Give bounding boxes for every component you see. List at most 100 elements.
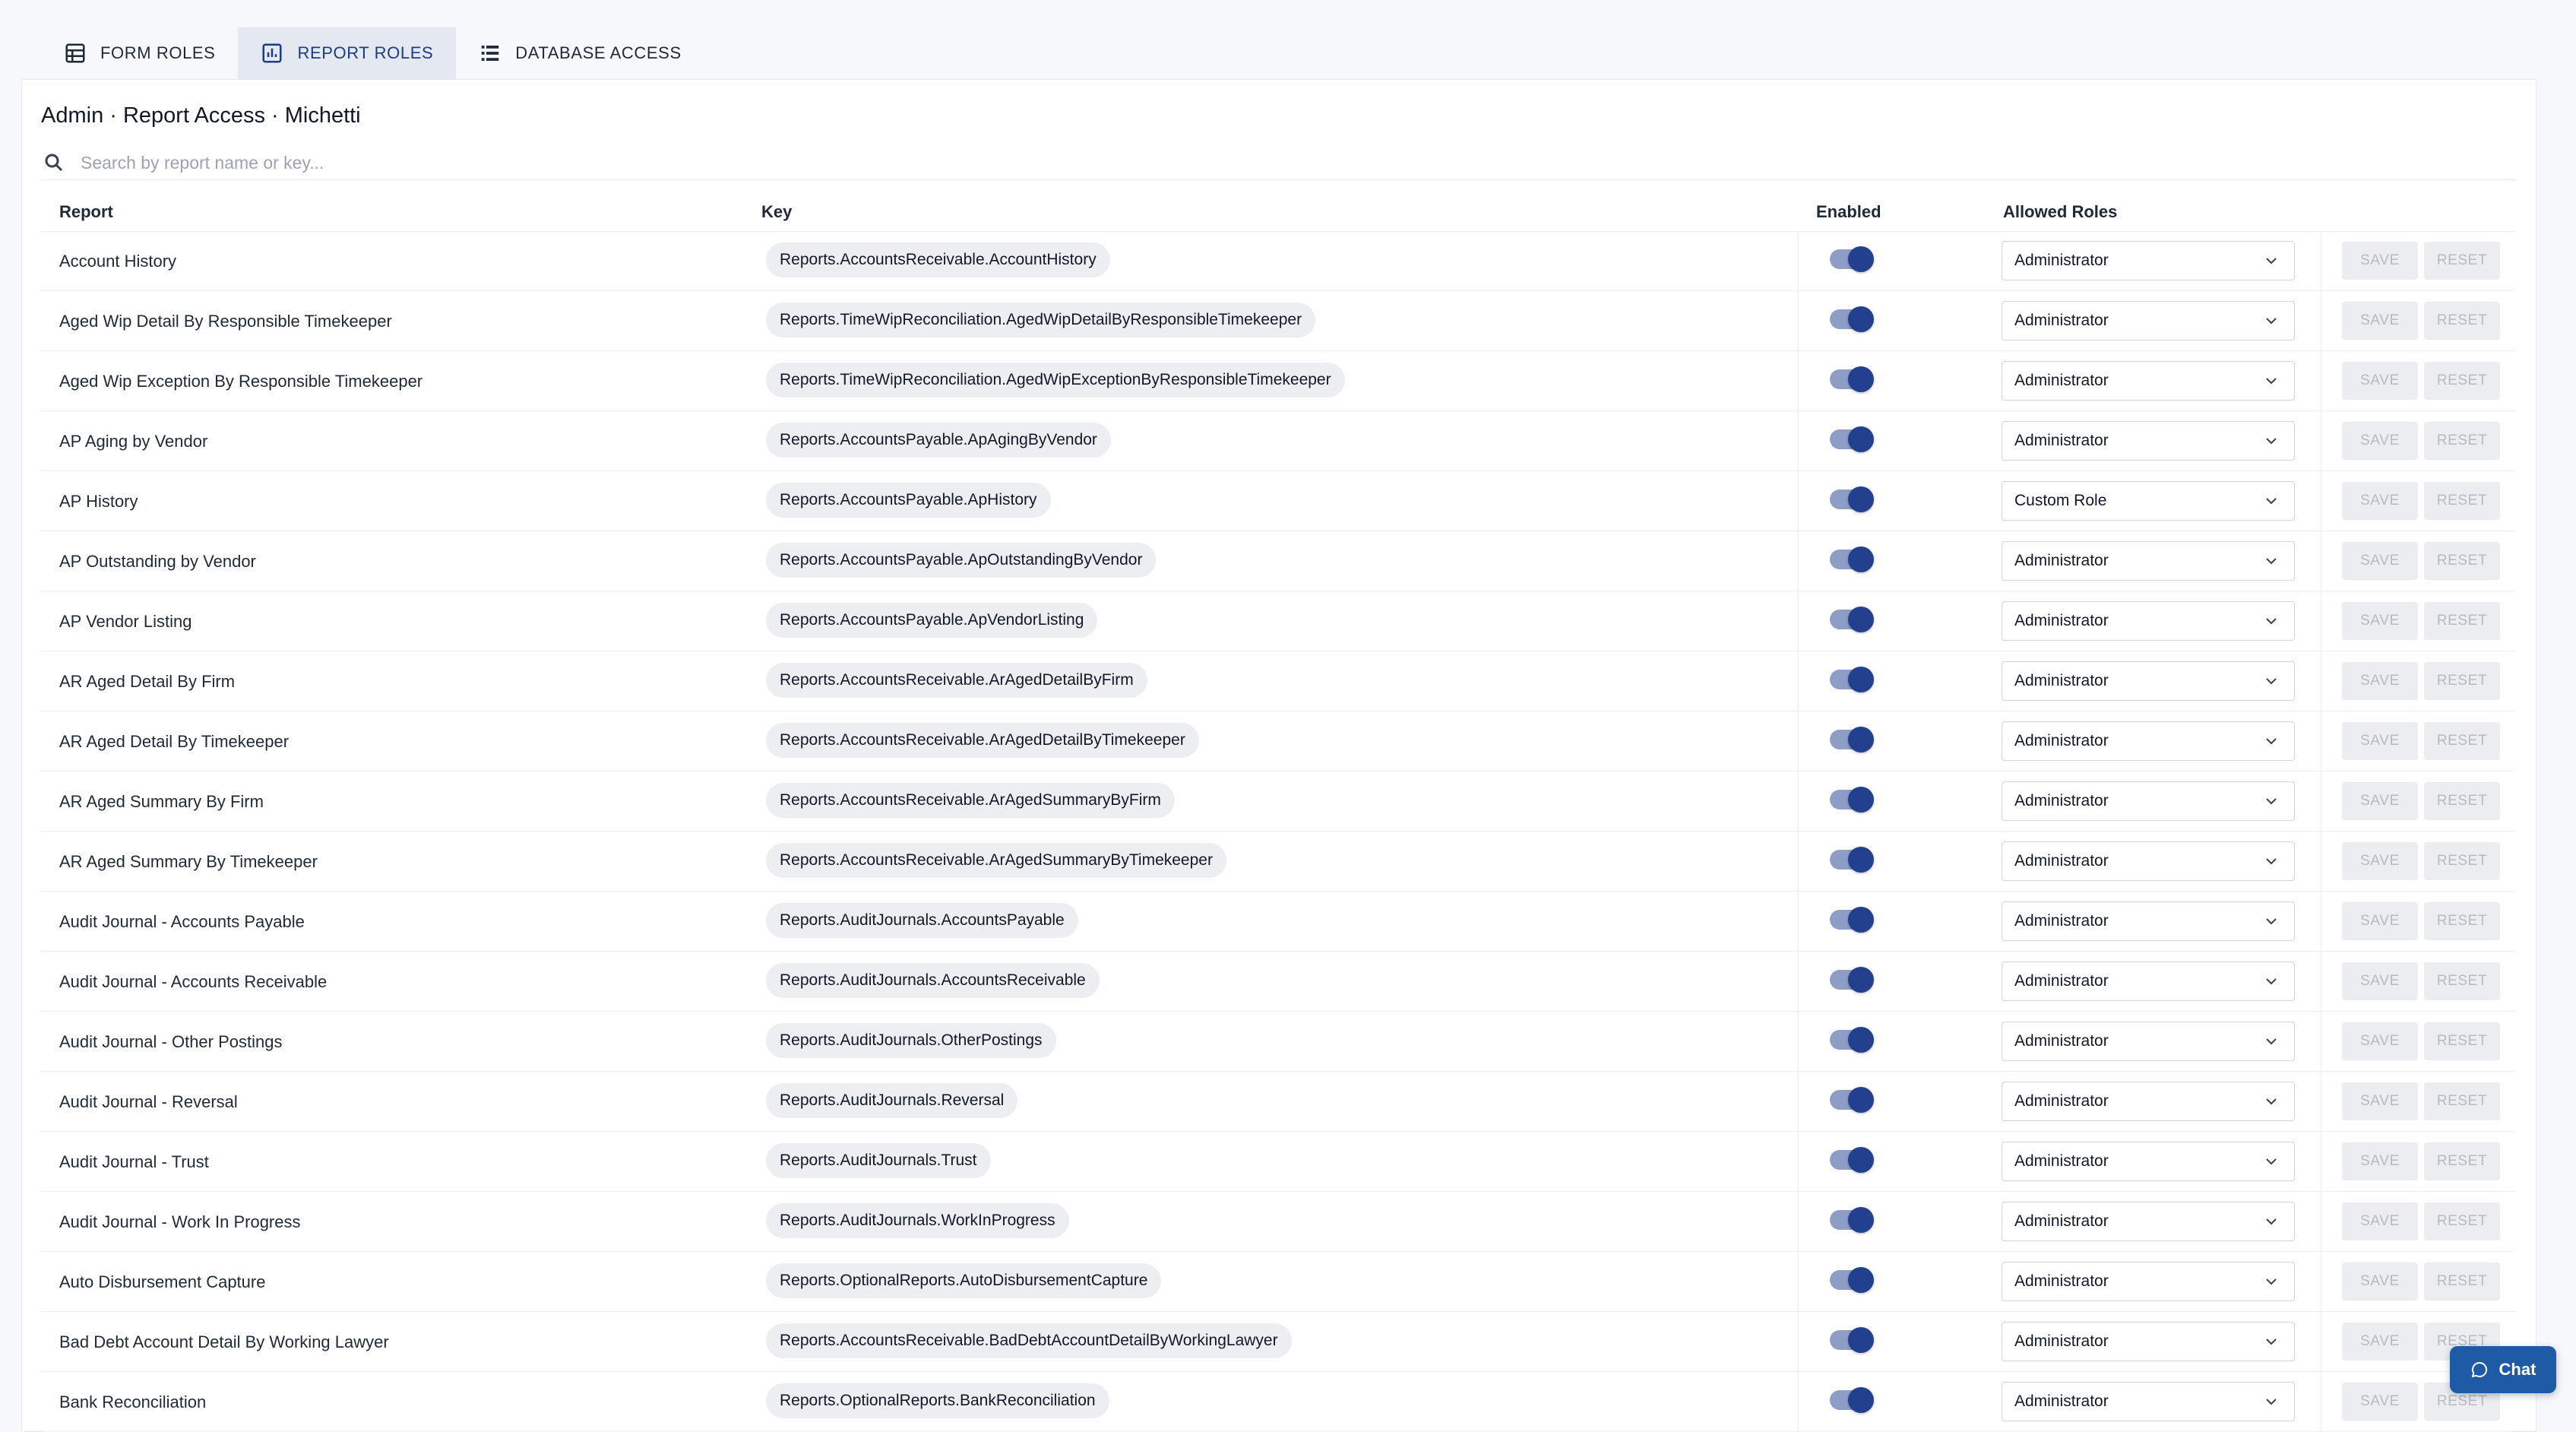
save-button[interactable]: SAVE xyxy=(2342,962,2418,1000)
tab-report-roles[interactable]: REPORT ROLES xyxy=(238,27,457,79)
toggle-knob xyxy=(1848,306,1874,332)
enabled-toggle[interactable] xyxy=(1830,727,1874,752)
allowed-roles-select[interactable]: Custom Role xyxy=(2002,481,2295,521)
enabled-toggle[interactable] xyxy=(1830,1267,1874,1293)
chevron-down-icon xyxy=(2266,1038,2277,1045)
save-button[interactable]: SAVE xyxy=(2342,1323,2418,1361)
allowed-roles-select[interactable]: Administrator xyxy=(2002,901,2295,941)
column-divider xyxy=(1798,892,1799,951)
reset-button[interactable]: RESET xyxy=(2424,1142,2500,1180)
allowed-roles-select[interactable]: Administrator xyxy=(2002,361,2295,401)
enabled-toggle[interactable] xyxy=(1830,967,1874,993)
enabled-toggle[interactable] xyxy=(1830,547,1874,572)
reset-button[interactable]: RESET xyxy=(2424,422,2500,460)
reset-button[interactable]: RESET xyxy=(2424,962,2500,1000)
toggle-knob xyxy=(1848,1087,1874,1113)
enabled-toggle[interactable] xyxy=(1830,787,1874,813)
chat-button[interactable]: Chat xyxy=(2450,1346,2556,1393)
allowed-roles-select[interactable]: Administrator xyxy=(2002,541,2295,581)
allowed-roles-select[interactable]: Administrator xyxy=(2002,721,2295,761)
allowed-roles-select[interactable]: Administrator xyxy=(2002,962,2295,1001)
allowed-roles-select[interactable]: Administrator xyxy=(2002,1382,2295,1421)
allowed-roles-select[interactable]: Administrator xyxy=(2002,1322,2295,1361)
save-button[interactable]: SAVE xyxy=(2342,662,2418,700)
save-button[interactable]: SAVE xyxy=(2342,722,2418,760)
allowed-roles-select[interactable]: Administrator xyxy=(2002,1262,2295,1301)
allowed-roles-select[interactable]: Administrator xyxy=(2002,841,2295,881)
reset-button[interactable]: RESET xyxy=(2424,662,2500,700)
search-input[interactable] xyxy=(79,151,994,174)
enabled-toggle[interactable] xyxy=(1830,1387,1874,1413)
enabled-toggle[interactable] xyxy=(1830,366,1874,392)
search-icon xyxy=(45,154,63,172)
selected-role: Administrator xyxy=(2014,672,2109,689)
report-key-chip: Reports.AccountsReceivable.ArAgedSummary… xyxy=(766,843,1226,878)
toggle-knob xyxy=(1848,486,1874,512)
save-button[interactable]: SAVE xyxy=(2342,242,2418,280)
allowed-roles-select[interactable]: Administrator xyxy=(2002,781,2295,821)
enabled-toggle[interactable] xyxy=(1830,1027,1874,1053)
reset-button[interactable]: RESET xyxy=(2424,1082,2500,1120)
enabled-toggle[interactable] xyxy=(1830,907,1874,933)
selected-role: Administrator xyxy=(2014,1272,2109,1290)
selected-role: Administrator xyxy=(2014,1152,2109,1170)
report-name: Audit Journal - Accounts Receivable xyxy=(59,972,328,991)
save-button[interactable]: SAVE xyxy=(2342,1263,2418,1301)
column-divider xyxy=(1798,351,1799,410)
save-button[interactable]: SAVE xyxy=(2342,782,2418,820)
allowed-roles-select[interactable]: Administrator xyxy=(2002,1202,2295,1241)
tab-database-access[interactable]: DATABASE ACCESS xyxy=(456,27,704,79)
allowed-roles-select[interactable]: Administrator xyxy=(2002,421,2295,461)
save-button[interactable]: SAVE xyxy=(2342,1202,2418,1240)
save-button[interactable]: SAVE xyxy=(2342,602,2418,640)
reset-button[interactable]: RESET xyxy=(2424,1022,2500,1060)
enabled-toggle[interactable] xyxy=(1830,1147,1874,1173)
allowed-roles-select[interactable]: Administrator xyxy=(2002,1082,2295,1121)
reset-button[interactable]: RESET xyxy=(2424,302,2500,340)
reset-button[interactable]: RESET xyxy=(2424,542,2500,580)
enabled-toggle[interactable] xyxy=(1830,246,1874,272)
allowed-roles-select[interactable]: Administrator xyxy=(2002,601,2295,641)
reset-button[interactable]: RESET xyxy=(2424,902,2500,940)
save-button[interactable]: SAVE xyxy=(2342,842,2418,880)
allowed-roles-select[interactable]: Administrator xyxy=(2002,661,2295,701)
enabled-toggle[interactable] xyxy=(1830,306,1874,332)
allowed-roles-select[interactable]: Administrator xyxy=(2002,1022,2295,1061)
allowed-roles-select[interactable]: Administrator xyxy=(2002,241,2295,280)
save-button[interactable]: SAVE xyxy=(2342,482,2418,520)
save-button[interactable]: SAVE xyxy=(2342,422,2418,460)
reset-button[interactable]: RESET xyxy=(2424,722,2500,760)
enabled-toggle[interactable] xyxy=(1830,607,1874,632)
allowed-roles-select[interactable]: Administrator xyxy=(2002,301,2295,341)
save-button[interactable]: SAVE xyxy=(2342,1022,2418,1060)
save-button[interactable]: SAVE xyxy=(2342,362,2418,400)
enabled-toggle[interactable] xyxy=(1830,1207,1874,1233)
enabled-toggle[interactable] xyxy=(1830,847,1874,873)
reset-button[interactable]: RESET xyxy=(2424,362,2500,400)
enabled-toggle[interactable] xyxy=(1830,486,1874,512)
reset-button[interactable]: RESET xyxy=(2424,842,2500,880)
reset-button[interactable]: RESET xyxy=(2424,782,2500,820)
column-divider xyxy=(1798,1132,1799,1191)
search-bar xyxy=(41,146,2515,180)
reset-button[interactable]: RESET xyxy=(2424,242,2500,280)
report-key-chip: Reports.TimeWipReconciliation.AgedWipExc… xyxy=(766,363,1345,398)
enabled-toggle[interactable] xyxy=(1830,426,1874,452)
reset-button[interactable]: RESET xyxy=(2424,1263,2500,1301)
reset-button[interactable]: RESET xyxy=(2424,602,2500,640)
column-divider xyxy=(1798,411,1799,470)
reset-button[interactable]: RESET xyxy=(2424,1202,2500,1240)
tab-form-roles[interactable]: FORM ROLES xyxy=(41,27,238,79)
enabled-toggle[interactable] xyxy=(1830,1327,1874,1353)
save-button[interactable]: SAVE xyxy=(2342,1142,2418,1180)
enabled-toggle[interactable] xyxy=(1830,667,1874,692)
selected-role: Administrator xyxy=(2014,1392,2109,1410)
enabled-toggle[interactable] xyxy=(1830,1087,1874,1113)
save-button[interactable]: SAVE xyxy=(2342,902,2418,940)
report-name: Audit Journal - Trust xyxy=(59,1152,209,1171)
save-button[interactable]: SAVE xyxy=(2342,1082,2418,1120)
save-button[interactable]: SAVE xyxy=(2342,302,2418,340)
allowed-roles-select[interactable]: Administrator xyxy=(2002,1142,2295,1181)
save-button[interactable]: SAVE xyxy=(2342,542,2418,580)
reset-button[interactable]: RESET xyxy=(2424,482,2500,520)
